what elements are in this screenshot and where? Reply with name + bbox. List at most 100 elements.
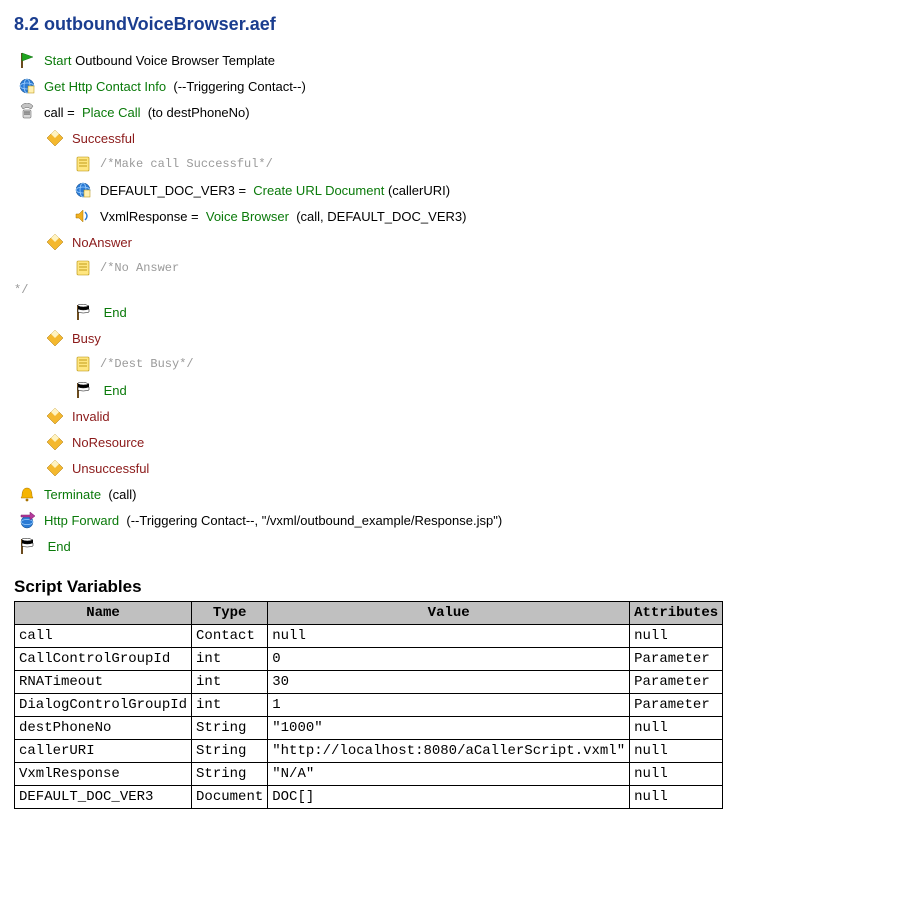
assign-label: DEFAULT_DOC_VER3 = — [100, 183, 250, 198]
col-attrs: Attributes — [630, 602, 723, 625]
tree-node[interactable]: DEFAULT_DOC_VER3 = Create URL Document (… — [14, 177, 895, 203]
cell-value: "1000" — [268, 717, 630, 740]
flag-checker-icon — [74, 303, 92, 321]
cell-name: CallControlGroupId — [15, 648, 192, 671]
cell-type: int — [192, 648, 268, 671]
tree-node[interactable]: /*Dest Busy*/ — [14, 351, 895, 377]
tree-node[interactable]: Terminate (call) — [14, 481, 895, 507]
tree-node[interactable]: Successful — [14, 125, 895, 151]
cell-name: destPhoneNo — [15, 717, 192, 740]
tree-node[interactable]: End — [14, 299, 895, 325]
action-args: (--Triggering Contact--) — [173, 79, 305, 94]
section-heading: 8.2 outboundVoiceBrowser.aef — [14, 14, 895, 35]
variables-heading: Script Variables — [14, 577, 895, 597]
action-args: (--Triggering Contact--, "/vxml/outbound… — [126, 513, 502, 528]
cell-value: 0 — [268, 648, 630, 671]
phone-icon — [18, 103, 36, 121]
cell-name: VxmlResponse — [15, 763, 192, 786]
tree-node[interactable]: Invalid — [14, 403, 895, 429]
cell-type: Contact — [192, 625, 268, 648]
branch-label: Successful — [72, 131, 135, 146]
cell-name: DialogControlGroupId — [15, 694, 192, 717]
action-label: Place Call — [82, 105, 141, 120]
branch-label: Busy — [72, 331, 101, 346]
action-label: Terminate — [44, 487, 101, 502]
action-label: Get Http Contact Info — [44, 79, 166, 94]
cell-type: String — [192, 763, 268, 786]
diamond-icon — [46, 233, 64, 251]
col-type: Type — [192, 602, 268, 625]
cell-name: callerURI — [15, 740, 192, 763]
branch-label: Invalid — [72, 409, 110, 424]
variables-table: Name Type Value Attributes callContactnu… — [14, 601, 723, 809]
cell-attrs: null — [630, 763, 723, 786]
branch-label: Unsuccessful — [72, 461, 149, 476]
cell-name: DEFAULT_DOC_VER3 — [15, 786, 192, 809]
cell-name: RNATimeout — [15, 671, 192, 694]
assign-label: VxmlResponse = — [100, 209, 202, 224]
cell-attrs: null — [630, 740, 723, 763]
tree-node[interactable]: Busy — [14, 325, 895, 351]
tree-node[interactable]: Start Outbound Voice Browser Template — [14, 47, 895, 73]
globe-icon — [18, 77, 36, 95]
note-icon — [74, 355, 92, 373]
globe-icon — [74, 181, 92, 199]
table-row: DialogControlGroupIdint1Parameter — [15, 694, 723, 717]
note-icon — [74, 155, 92, 173]
diamond-icon — [46, 407, 64, 425]
cell-type: String — [192, 717, 268, 740]
tree-node[interactable]: Http Forward (--Triggering Contact--, "/… — [14, 507, 895, 533]
tree-node[interactable]: VxmlResponse = Voice Browser (call, DEFA… — [14, 203, 895, 229]
branch-label: NoAnswer — [72, 235, 132, 250]
cell-attrs: Parameter — [630, 671, 723, 694]
diamond-icon — [46, 459, 64, 477]
table-row: CallControlGroupIdint0Parameter — [15, 648, 723, 671]
comment-tail: */ — [14, 281, 895, 299]
action-label: End — [104, 305, 127, 320]
comment-text: /*Dest Busy*/ — [100, 357, 194, 371]
cell-value: "N/A" — [268, 763, 630, 786]
script-tree: Start Outbound Voice Browser Template Ge… — [14, 47, 895, 559]
comment-text: /*No Answer — [100, 261, 179, 275]
cell-attrs: null — [630, 786, 723, 809]
comment-text: /*Make call Successful*/ — [100, 157, 273, 171]
action-args: (call) — [108, 487, 136, 502]
table-row: callContactnullnull — [15, 625, 723, 648]
tree-node[interactable]: /*No Answer — [14, 255, 895, 281]
tree-node[interactable]: Unsuccessful — [14, 455, 895, 481]
cell-value: DOC[] — [268, 786, 630, 809]
tree-node[interactable]: call = Place Call (to destPhoneNo) — [14, 99, 895, 125]
col-name: Name — [15, 602, 192, 625]
table-row: RNATimeoutint30Parameter — [15, 671, 723, 694]
diamond-icon — [46, 129, 64, 147]
tree-node[interactable]: Get Http Contact Info (--Triggering Cont… — [14, 73, 895, 99]
diamond-icon — [46, 329, 64, 347]
flag-checker-icon — [74, 381, 92, 399]
flag-checker-icon — [18, 537, 36, 555]
speaker-icon — [74, 207, 92, 225]
cell-value: null — [268, 625, 630, 648]
tree-node[interactable]: End — [14, 533, 895, 559]
cell-type: Document — [192, 786, 268, 809]
table-row: DEFAULT_DOC_VER3DocumentDOC[]null — [15, 786, 723, 809]
branch-label: NoResource — [72, 435, 144, 450]
action-args: (callerURI) — [388, 183, 450, 198]
action-label: Create URL Document — [253, 183, 384, 198]
table-row: destPhoneNoString"1000"null — [15, 717, 723, 740]
cell-attrs: null — [630, 717, 723, 740]
table-row: VxmlResponseString"N/A"null — [15, 763, 723, 786]
action-label: Voice Browser — [206, 209, 289, 224]
action-desc: Outbound Voice Browser Template — [75, 53, 275, 68]
tree-node[interactable]: NoResource — [14, 429, 895, 455]
assign-label: call = — [44, 105, 78, 120]
cell-value: "http://localhost:8080/aCallerScript.vxm… — [268, 740, 630, 763]
cell-value: 1 — [268, 694, 630, 717]
action-args: (call, DEFAULT_DOC_VER3) — [296, 209, 466, 224]
col-value: Value — [268, 602, 630, 625]
tree-node[interactable]: End — [14, 377, 895, 403]
table-header-row: Name Type Value Attributes — [15, 602, 723, 625]
cell-attrs: null — [630, 625, 723, 648]
tree-node[interactable]: NoAnswer — [14, 229, 895, 255]
tree-node[interactable]: /*Make call Successful*/ — [14, 151, 895, 177]
forward-icon — [18, 511, 36, 529]
